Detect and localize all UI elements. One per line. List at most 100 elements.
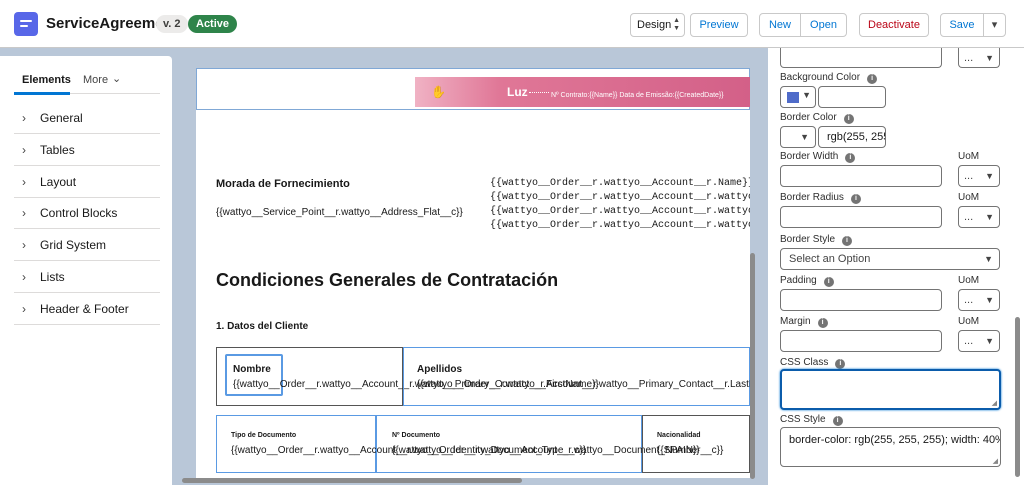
border-radius-input[interactable] xyxy=(780,206,942,228)
category-control-blocks[interactable]: › Control Blocks xyxy=(14,198,160,229)
category-label: Layout xyxy=(40,175,77,189)
apellidos-cell[interactable]: Apellidos {{wattyo__Order__r.wattyo__Acc… xyxy=(403,347,750,406)
mode-select[interactable]: Design ▲ ▼ xyxy=(630,13,685,37)
section-title: Condiciones Generales de Contratación xyxy=(216,270,559,290)
css-style-textarea[interactable]: border-color: rgb(255, 255, 255); width:… xyxy=(780,427,1001,467)
info-icon[interactable]: i xyxy=(832,416,843,426)
info-icon[interactable]: i xyxy=(835,359,846,369)
nacionalidad-value: {{SPAIN}} xyxy=(657,445,700,456)
border-color-picker[interactable]: ▼ xyxy=(780,126,816,148)
uom-value: ... xyxy=(964,211,974,223)
chevron-right-icon: › xyxy=(22,302,26,316)
account-line: {{wattyo__Order__r.wattyo__Account__r.Na… xyxy=(490,178,750,189)
info-icon[interactable]: i xyxy=(843,114,854,124)
border-width-label: Border Width i xyxy=(780,151,856,163)
margin-uom-select[interactable]: ... ▼ xyxy=(958,330,1000,352)
border-radius-uom-select[interactable]: ... ▼ xyxy=(958,206,1000,228)
canvas-vertical-scrollbar[interactable] xyxy=(750,253,755,479)
chevron-down-icon: ▼ xyxy=(985,53,994,63)
uom-value: ... xyxy=(964,52,974,64)
category-general[interactable]: › General xyxy=(14,103,160,134)
chevron-down-icon: ▼ xyxy=(985,212,994,222)
info-icon[interactable]: i xyxy=(823,277,834,287)
mode-select-value: Design xyxy=(637,19,672,31)
version-badge: v. 2 xyxy=(156,15,188,33)
chevron-down-icon: ▼ xyxy=(802,90,811,100)
border-style-label: Border Style i xyxy=(780,234,853,246)
open-button[interactable]: Open xyxy=(800,13,847,37)
chevron-down-icon: ▼ xyxy=(984,254,993,264)
background-color-input[interactable] xyxy=(818,86,886,108)
info-icon[interactable]: i xyxy=(850,194,861,204)
category-label: Lists xyxy=(40,270,65,284)
tab-elements[interactable]: Elements xyxy=(22,74,71,86)
border-style-select[interactable]: Select an Option ▼ xyxy=(780,248,1000,270)
border-width-input[interactable] xyxy=(780,165,942,187)
properties-scrollbar[interactable] xyxy=(1015,317,1020,477)
border-color-label: Border Color i xyxy=(780,112,854,124)
document-header-block[interactable]: ✋ Luz Nº Contrato:{{Name}} Data de Emiss… xyxy=(196,68,750,110)
save-button[interactable]: Save xyxy=(940,13,984,37)
apellidos-label: Apellidos xyxy=(417,364,463,375)
save-menu-chevron-down-icon[interactable]: ▾ xyxy=(983,13,1006,37)
category-label: Header & Footer xyxy=(40,302,129,316)
canvas-horizontal-scrollbar[interactable] xyxy=(182,478,522,483)
padding-input[interactable] xyxy=(780,289,942,311)
info-icon[interactable]: i xyxy=(845,153,856,163)
chevron-down-icon[interactable]: ⌄ xyxy=(112,72,121,85)
apellidos-value: {{wattyo__Order__r.wattyo__Account__r.wa… xyxy=(417,379,750,390)
tipo-documento-cell[interactable]: Tipo de Documento {{wattyo__Order__r.wat… xyxy=(216,415,586,473)
nacionalidad-label: Nacionalidad xyxy=(657,432,701,439)
chevron-down-icon: ▼ xyxy=(985,295,994,305)
border-style-placeholder: Select an Option xyxy=(789,253,871,265)
border-width-uom-select[interactable]: ... ▼ xyxy=(958,165,1000,187)
category-tables[interactable]: › Tables xyxy=(14,135,160,166)
tab-more[interactable]: More xyxy=(83,74,108,86)
chevron-right-icon: › xyxy=(22,143,26,157)
account-line: {{wattyo__Order__r.wattyo__Account__r.wa… xyxy=(490,206,750,217)
previous-field-input[interactable] xyxy=(780,48,942,68)
info-icon[interactable]: i xyxy=(867,74,878,84)
css-style-label: CSS Style i xyxy=(780,414,843,426)
deactivate-button[interactable]: Deactivate xyxy=(859,13,929,37)
resize-handle-icon[interactable]: ◢ xyxy=(992,399,997,407)
nombre-cell[interactable]: Nombre {{wattyo__Order__r.wattyo__Accoun… xyxy=(216,347,599,406)
resize-handle-icon[interactable]: ◢ xyxy=(993,457,998,465)
margin-label: Margin i xyxy=(780,316,828,328)
banner-dots xyxy=(529,92,549,93)
uom-label: UoM xyxy=(958,151,980,162)
uom-label: UoM xyxy=(958,192,980,203)
chevron-right-icon: › xyxy=(22,206,26,220)
new-button[interactable]: New xyxy=(759,13,801,37)
header-banner: ✋ Luz Nº Contrato:{{Name}} Data de Emiss… xyxy=(415,77,750,107)
border-color-input[interactable]: rgb(255, 255 xyxy=(818,126,886,148)
energy-icon: ✋ xyxy=(431,85,446,99)
category-label: Grid System xyxy=(40,238,107,252)
updown-icon: ▲ ▼ xyxy=(673,17,680,32)
status-badge: Active xyxy=(188,15,238,33)
background-color-label: Background Color i xyxy=(780,72,878,84)
active-tab-indicator xyxy=(14,92,70,95)
margin-input[interactable] xyxy=(780,330,942,352)
category-lists[interactable]: › Lists xyxy=(14,262,160,293)
template-app-icon xyxy=(14,12,38,36)
numero-documento-cell[interactable]: Nº Documento {{wattyo__Order__r.wattyo__… xyxy=(376,415,723,473)
background-color-picker[interactable]: ▼ xyxy=(780,86,816,108)
uom-value: ... xyxy=(964,170,974,182)
info-icon[interactable]: i xyxy=(817,318,828,328)
banner-title: Luz xyxy=(507,85,528,99)
previous-uom-select[interactable]: ... ▼ xyxy=(958,48,1000,68)
padding-uom-select[interactable]: ... ▼ xyxy=(958,289,1000,311)
info-icon[interactable]: i xyxy=(842,236,853,246)
preview-button[interactable]: Preview xyxy=(690,13,748,37)
chevron-right-icon: › xyxy=(22,175,26,189)
account-line: {{wattyo__Order__r.wattyo__Account__r.wa… xyxy=(490,192,750,203)
tipo-documento-label: Tipo de Documento xyxy=(231,432,297,439)
numero-documento-label: Nº Documento xyxy=(392,432,441,439)
category-label: General xyxy=(40,111,83,125)
nacionalidad-cell[interactable]: Nacionalidad {{SPAIN}} xyxy=(642,415,750,473)
category-header-footer[interactable]: › Header & Footer xyxy=(14,294,160,325)
category-grid-system[interactable]: › Grid System xyxy=(14,230,160,261)
css-class-textarea[interactable]: ◢ xyxy=(780,369,1001,410)
category-layout[interactable]: › Layout xyxy=(14,167,160,198)
